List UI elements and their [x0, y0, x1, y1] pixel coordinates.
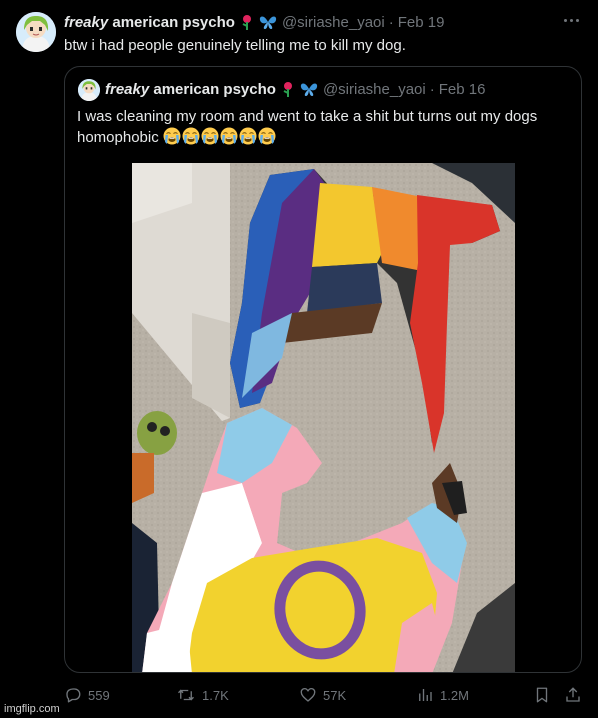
share-button[interactable] — [564, 684, 588, 706]
loudly-crying-face-icon — [201, 127, 219, 145]
repost-icon — [178, 689, 194, 701]
quoted-text-line-2: homophobic — [77, 127, 567, 148]
reply-count: 559 — [88, 687, 110, 703]
author-avatar[interactable] — [16, 12, 56, 52]
more-options-icon[interactable] — [558, 10, 584, 30]
quoted-header: freaky american psycho @siriashe_yaoi · … — [105, 79, 485, 99]
reply-icon — [66, 688, 81, 703]
quoted-text-line-1: I was cleaning my room and went to take … — [77, 108, 538, 125]
quoted-author-handle: @siriashe_yaoi — [322, 80, 426, 98]
separator-dot: · — [388, 13, 394, 31]
like-count: 57K — [323, 687, 347, 703]
quoted-tweet-text: I was cleaning my room and went to take … — [77, 107, 567, 148]
repost-count: 1.7K — [202, 687, 229, 703]
reply-button[interactable]: 559 — [64, 684, 110, 706]
separator-dot: · — [429, 80, 435, 98]
tweet-text: btw i had people genuinely telling me to… — [64, 37, 406, 54]
loudly-crying-face-icon — [163, 127, 181, 145]
views-count: 1.2M — [440, 687, 469, 703]
share-icon — [566, 687, 580, 702]
author-name[interactable]: freaky american psycho — [64, 14, 235, 31]
quoted-tweet[interactable]: freaky american psycho @siriashe_yaoi · … — [64, 66, 582, 673]
views-button[interactable]: 1.2M — [416, 684, 469, 706]
tweet: freaky american psycho @siriashe_yaoi · … — [0, 0, 598, 718]
post-date[interactable]: Feb 19 — [398, 14, 445, 31]
bookmark-button[interactable] — [533, 684, 557, 706]
butterfly-icon — [259, 14, 277, 30]
loudly-crying-face-icon — [258, 127, 276, 145]
quoted-tweet-photo[interactable] — [132, 163, 515, 672]
quoted-author-avatar — [78, 79, 100, 101]
views-chart-icon — [419, 689, 432, 701]
loudly-crying-face-icon — [182, 127, 200, 145]
quoted-author-name: freaky american psycho — [105, 80, 276, 98]
repost-button[interactable]: 1.7K — [176, 684, 229, 706]
action-bar: 559 1.7K 57K 1.2M — [64, 684, 584, 706]
author-handle[interactable]: @siriashe_yaoi — [282, 14, 385, 31]
quoted-post-date: Feb 16 — [438, 80, 486, 98]
rose-icon — [281, 81, 295, 97]
loudly-crying-face-icon — [220, 127, 238, 145]
loudly-crying-emoji-row — [163, 127, 277, 146]
butterfly-icon — [300, 81, 318, 97]
rose-icon — [240, 14, 254, 30]
heart-icon — [300, 687, 316, 702]
bookmark-icon — [536, 687, 548, 703]
tweet-header: freaky american psycho @siriashe_yaoi · … — [64, 12, 444, 32]
imgflip-watermark: imgflip.com — [4, 703, 60, 715]
like-button[interactable]: 57K — [299, 684, 346, 706]
loudly-crying-face-icon — [239, 127, 257, 145]
